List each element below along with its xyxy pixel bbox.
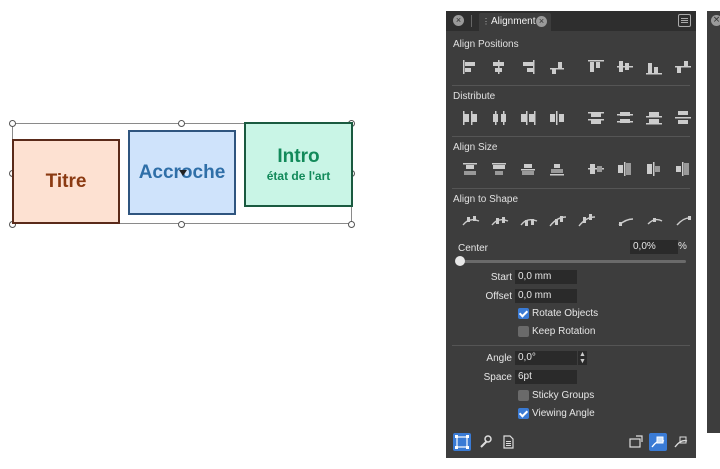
cursor-arrow-icon: [179, 170, 187, 176]
resize-handle-top-left[interactable]: [9, 120, 16, 127]
section-align-to-shape: Align to Shape: [453, 194, 519, 205]
section-divider: [452, 85, 690, 86]
resize-handle-bottom-right[interactable]: [348, 221, 355, 228]
shape-align-1-icon[interactable]: [456, 211, 485, 231]
align-to-top-baseline-icon[interactable]: [669, 57, 698, 77]
distribute-row: [456, 108, 698, 128]
center-unit: %: [678, 241, 687, 252]
shape-titre-label: Titre: [45, 170, 87, 192]
align-positions-row: [456, 57, 698, 77]
shape-intro-title: Intro: [277, 146, 320, 167]
shape-intro[interactable]: Intro état de l'art: [244, 122, 353, 207]
align-top-icon[interactable]: [582, 57, 611, 77]
align-to-baseline-icon[interactable]: [543, 57, 572, 77]
sticky-groups-label: Sticky Groups: [532, 390, 595, 401]
distribute-left-icon[interactable]: [456, 108, 485, 128]
align-extra-icon[interactable]: [672, 433, 690, 451]
section-align-positions: Align Positions: [453, 39, 519, 50]
tab-alignment-label: Alignment: [491, 16, 536, 27]
section-divider: [452, 188, 690, 189]
align-to-shape-row: [456, 211, 698, 231]
start-label: Start: [490, 272, 512, 283]
center-slider-knob[interactable]: [455, 256, 465, 266]
shape-align-4-icon[interactable]: [543, 211, 572, 231]
adjacent-panel-edge: ×: [707, 11, 720, 433]
shape-align-8-icon[interactable]: [669, 211, 698, 231]
start-field[interactable]: 0,0 mm: [515, 270, 577, 284]
close-tab-icon[interactable]: ×: [536, 16, 547, 27]
distribute-center-v-icon[interactable]: [611, 108, 640, 128]
resize-handle-bottom-center[interactable]: [178, 221, 185, 228]
shape-align-2-icon[interactable]: [485, 211, 514, 231]
size-height-avg-icon[interactable]: [640, 159, 669, 179]
rotate-objects-checkbox[interactable]: [518, 308, 529, 319]
document-icon[interactable]: [499, 433, 517, 451]
viewing-angle-checkbox[interactable]: [518, 408, 529, 419]
panel-menu-icon[interactable]: [678, 14, 691, 27]
offset-label: Offset: [485, 291, 513, 302]
distribute-center-h-icon[interactable]: [485, 108, 514, 128]
align-right-icon[interactable]: [514, 57, 543, 77]
align-center-v-icon[interactable]: [611, 57, 640, 77]
panel-tab-bar: × ⋮ Alignment ×: [446, 11, 696, 31]
center-slider-track[interactable]: [458, 260, 686, 263]
panel-bottom-toolbar: [446, 428, 696, 458]
offset-field[interactable]: 0,0 mm: [515, 289, 577, 303]
align-bottom-icon[interactable]: [640, 57, 669, 77]
selection-box-icon[interactable]: [453, 433, 471, 451]
align-center-h-icon[interactable]: [485, 57, 514, 77]
section-divider: [452, 136, 690, 137]
center-value-field[interactable]: 0,0%: [630, 240, 678, 254]
angle-stepper-icon[interactable]: ▲ ▼: [578, 351, 587, 365]
keep-rotation-checkbox[interactable]: [518, 326, 529, 337]
size-width-min-icon[interactable]: [456, 159, 485, 179]
space-field[interactable]: 6pt: [515, 370, 577, 384]
shape-titre[interactable]: Titre: [12, 139, 120, 224]
shape-align-3-icon[interactable]: [514, 211, 543, 231]
close-panel-icon[interactable]: ×: [453, 15, 464, 26]
align-left-icon[interactable]: [456, 57, 485, 77]
resize-handle-top-center[interactable]: [178, 120, 185, 127]
viewing-angle-label: Viewing Angle: [532, 408, 595, 419]
align-size-row: [456, 159, 698, 179]
distribute-gap-v-icon[interactable]: [669, 108, 698, 128]
shape-align-7-icon[interactable]: [640, 211, 669, 231]
sticky-groups-checkbox[interactable]: [518, 390, 529, 401]
rotate-objects-label: Rotate Objects: [532, 308, 599, 319]
distribute-right-icon[interactable]: [514, 108, 543, 128]
align-mode-icon[interactable]: [649, 433, 667, 451]
tab-divider: [471, 15, 472, 27]
distribute-top-icon[interactable]: [582, 108, 611, 128]
angle-field[interactable]: 0,0°: [515, 351, 577, 365]
wrench-icon[interactable]: [476, 433, 494, 451]
center-label: Center: [458, 243, 489, 254]
size-height-first-icon[interactable]: [669, 159, 698, 179]
size-width-max-icon[interactable]: [485, 159, 514, 179]
shape-align-5-icon[interactable]: [572, 211, 601, 231]
tab-alignment[interactable]: ⋮ Alignment ×: [479, 13, 551, 31]
size-width-avg-icon[interactable]: [514, 159, 543, 179]
angle-label: Angle: [486, 353, 512, 364]
space-label: Space: [483, 372, 512, 383]
shape-align-6-icon[interactable]: [611, 211, 640, 231]
size-height-max-icon[interactable]: [611, 159, 640, 179]
section-align-size: Align Size: [453, 142, 498, 153]
shape-intro-subtitle: état de l'art: [266, 169, 331, 183]
close-adjacent-panel-icon[interactable]: ×: [711, 15, 720, 26]
size-width-first-icon[interactable]: [543, 159, 572, 179]
keep-rotation-label: Keep Rotation: [532, 326, 596, 337]
section-divider: [452, 345, 690, 346]
section-distribute: Distribute: [453, 91, 496, 102]
alignment-panel: × ⋮ Alignment × Align Positions Distribu…: [446, 11, 696, 458]
size-height-min-icon[interactable]: [582, 159, 611, 179]
transform-icon[interactable]: [627, 433, 645, 451]
distribute-bottom-icon[interactable]: [640, 108, 669, 128]
distribute-gap-h-icon[interactable]: [543, 108, 572, 128]
tab-grip-icon: ⋮: [482, 17, 490, 26]
